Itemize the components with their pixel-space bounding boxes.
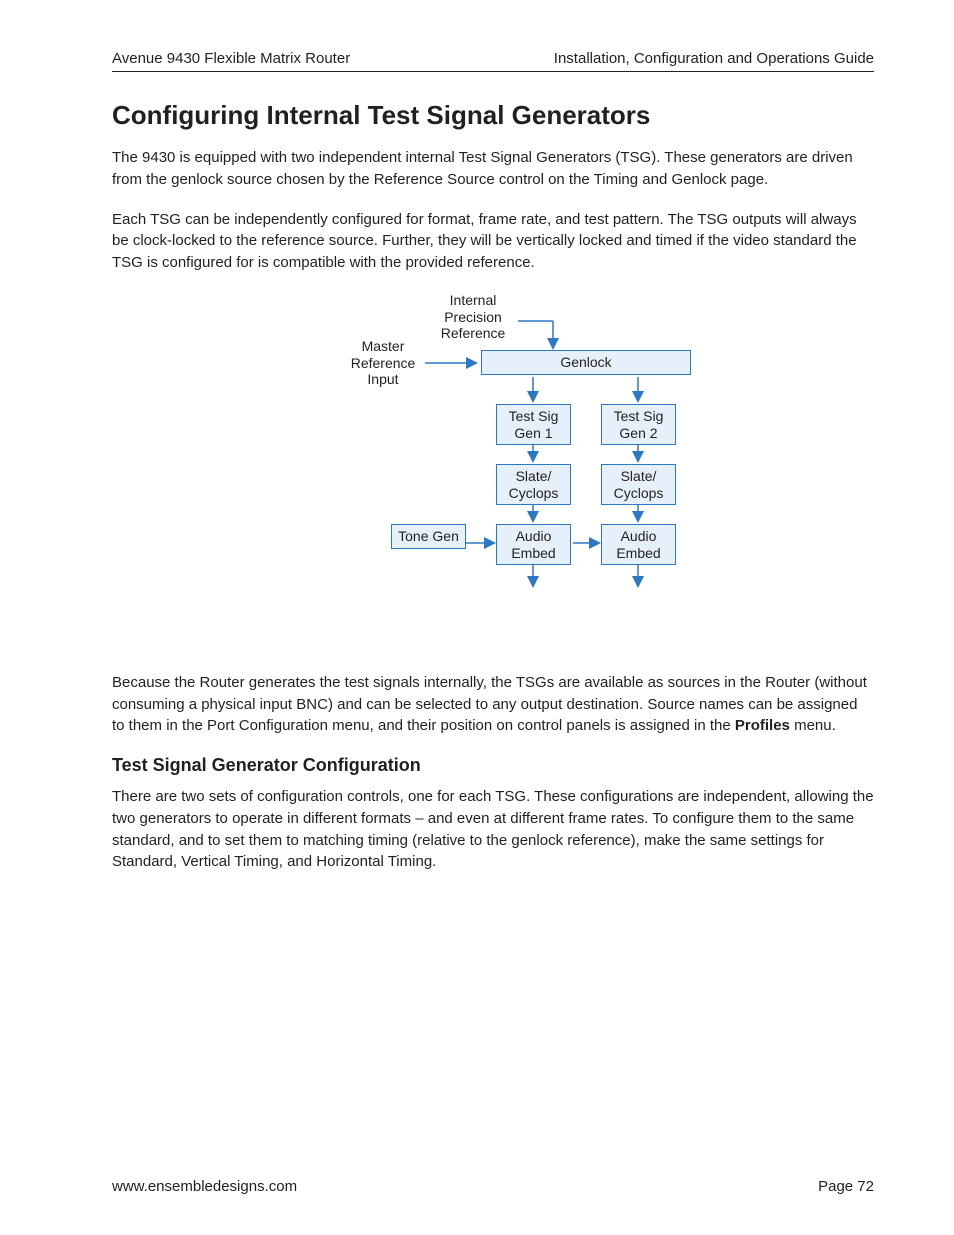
box-audio-embed-2: Audio Embed xyxy=(601,524,676,566)
tsg-config-paragraph: There are two sets of configuration cont… xyxy=(112,786,874,873)
box-audio-embed-1: Audio Embed xyxy=(496,524,571,566)
box-tsg-1: Test Sig Gen 1 xyxy=(496,404,571,446)
p3-part-b: menu. xyxy=(790,717,836,734)
footer-url: www.ensembledesigns.com xyxy=(112,1178,297,1195)
box-slate-cyclops-1: Slate/ Cyclops xyxy=(496,464,571,506)
footer-page-number: Page 72 xyxy=(818,1178,874,1195)
box-tone-gen: Tone Gen xyxy=(391,524,466,549)
label-internal-precision-reference: Internal Precision Reference xyxy=(428,292,518,342)
p3-profiles-bold: Profiles xyxy=(735,717,790,734)
box-slate-cyclops-2: Slate/ Cyclops xyxy=(601,464,676,506)
header-left: Avenue 9430 Flexible Matrix Router xyxy=(112,50,350,67)
page-header: Avenue 9430 Flexible Matrix Router Insta… xyxy=(112,50,874,72)
box-genlock: Genlock xyxy=(481,350,691,375)
router-sources-paragraph: Because the Router generates the test si… xyxy=(112,672,874,737)
subheading-tsg-config: Test Signal Generator Configuration xyxy=(112,755,874,776)
box-tsg-2: Test Sig Gen 2 xyxy=(601,404,676,446)
header-right: Installation, Configuration and Operatio… xyxy=(554,50,874,67)
page-footer: www.ensembledesigns.com Page 72 xyxy=(112,1178,874,1195)
document-page: Avenue 9430 Flexible Matrix Router Insta… xyxy=(0,0,954,1235)
tsg-block-diagram: Internal Precision Reference Master Refe… xyxy=(243,292,743,612)
intro-paragraph-2: Each TSG can be independently configured… xyxy=(112,209,874,274)
page-title: Configuring Internal Test Signal Generat… xyxy=(112,100,874,131)
label-master-reference-input: Master Reference Input xyxy=(343,338,423,388)
intro-paragraph-1: The 9430 is equipped with two independen… xyxy=(112,147,874,191)
